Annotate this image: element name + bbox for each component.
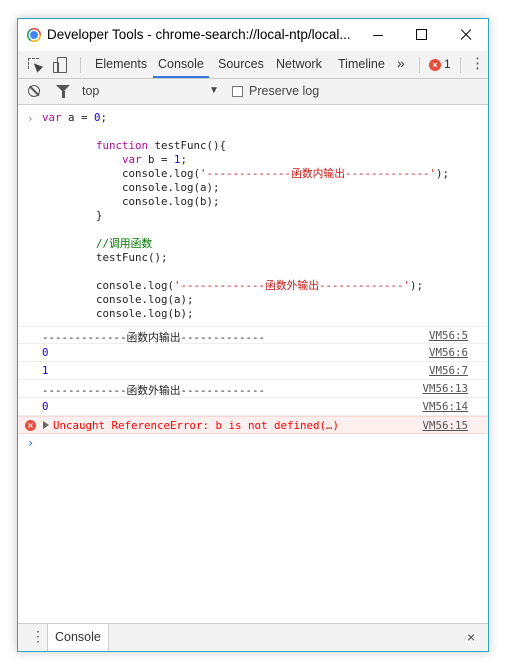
console-input-echo: › var a = 0; function testFunc(){ var b … — [18, 105, 488, 326]
drawer-menu-icon[interactable]: ⋮ — [31, 628, 45, 645]
log-source-link[interactable]: VM56:7 — [429, 364, 468, 377]
drawer-tab-console[interactable]: Console — [47, 624, 109, 651]
code-line: } — [96, 209, 103, 222]
log-row: 1 VM56:7 — [18, 362, 488, 380]
log-source-link[interactable]: VM56:15 — [422, 419, 468, 432]
log-message: 0 — [42, 400, 49, 413]
log-source-link[interactable]: VM56:5 — [429, 329, 468, 342]
code-line: var b = 1; — [122, 153, 188, 166]
tab-elements[interactable]: Elements — [95, 51, 147, 78]
chrome-logo-icon — [27, 28, 41, 42]
log-message: 0 — [42, 346, 49, 359]
minimize-button[interactable] — [368, 24, 390, 46]
devtools-tab-bar: Elements Console Sources Network Timelin… — [18, 51, 488, 79]
preserve-log-label[interactable]: Preserve log — [249, 84, 319, 98]
log-message: 1 — [42, 364, 49, 377]
tab-sources[interactable]: Sources — [218, 51, 264, 78]
dropdown-arrow-icon[interactable]: ▼ — [209, 85, 219, 96]
log-source-link[interactable]: VM56:6 — [429, 346, 468, 359]
log-row: 0 VM56:14 — [18, 398, 488, 416]
error-log-row[interactable]: × Uncaught ReferenceError: b is not defi… — [18, 416, 488, 434]
log-message: -------------函数内输出------------- — [42, 331, 265, 344]
code-line: console.log(b); — [122, 195, 220, 208]
drawer-bar: ⋮ Console × — [18, 623, 488, 651]
log-row: -------------函数内输出------------- VM56:5 — [18, 326, 488, 344]
error-message: Uncaught ReferenceError: b is not define… — [53, 419, 340, 432]
prompt-chevron-icon: › — [27, 436, 35, 450]
tab-console[interactable]: Console — [153, 51, 209, 78]
maximize-button[interactable] — [411, 24, 433, 46]
title-bar: Developer Tools - chrome-search://local-… — [18, 19, 488, 51]
log-message: -------------函数外输出------------- — [42, 384, 265, 397]
inspect-element-icon[interactable] — [27, 57, 43, 73]
device-toolbar-icon[interactable] — [53, 57, 69, 73]
devtools-window: Developer Tools - chrome-search://local-… — [17, 18, 489, 652]
customize-menu-icon[interactable]: ⋮ — [470, 55, 485, 73]
console-output[interactable]: › var a = 0; function testFunc(){ var b … — [18, 105, 488, 625]
console-toolbar: top ▼ Preserve log — [18, 79, 488, 105]
context-select[interactable]: top — [82, 84, 99, 98]
filter-icon[interactable] — [56, 85, 70, 98]
code-line: function testFunc(){ — [96, 139, 227, 152]
code-line: var a = 0; — [42, 111, 108, 124]
tab-timeline[interactable]: Timeline — [338, 51, 385, 78]
error-count-icon[interactable]: × — [429, 59, 441, 71]
error-icon: × — [25, 420, 36, 431]
log-row: -------------函数外输出------------- VM56:13 — [18, 380, 488, 398]
tab-network[interactable]: Network — [276, 51, 322, 78]
divider — [460, 57, 461, 73]
console-prompt[interactable]: › — [18, 434, 488, 454]
code-line: //调用函数 — [96, 237, 153, 250]
divider — [419, 57, 420, 73]
clear-console-icon[interactable] — [28, 85, 40, 97]
close-window-button[interactable] — [455, 24, 477, 46]
code-line: console.log('-------------函数内输出---------… — [122, 167, 450, 180]
window-title: Developer Tools - chrome-search://local-… — [47, 27, 351, 42]
code-line: testFunc(); — [96, 251, 168, 264]
code-line: console.log(b); — [96, 307, 194, 320]
code-line: console.log(a); — [96, 293, 194, 306]
code-line: console.log('-------------函数外输出---------… — [96, 279, 424, 292]
input-echo-chevron-icon: › — [27, 112, 34, 125]
more-tabs-icon[interactable]: » — [397, 55, 405, 71]
log-source-link[interactable]: VM56:13 — [422, 382, 468, 395]
divider — [80, 57, 81, 73]
close-drawer-icon[interactable]: × — [467, 629, 475, 645]
log-source-link[interactable]: VM56:14 — [422, 400, 468, 413]
log-row: 0 VM56:6 — [18, 344, 488, 362]
error-count[interactable]: 1 — [444, 57, 451, 71]
preserve-log-checkbox[interactable] — [232, 86, 243, 97]
expand-triangle-icon[interactable] — [43, 421, 49, 429]
code-line: console.log(a); — [122, 181, 220, 194]
